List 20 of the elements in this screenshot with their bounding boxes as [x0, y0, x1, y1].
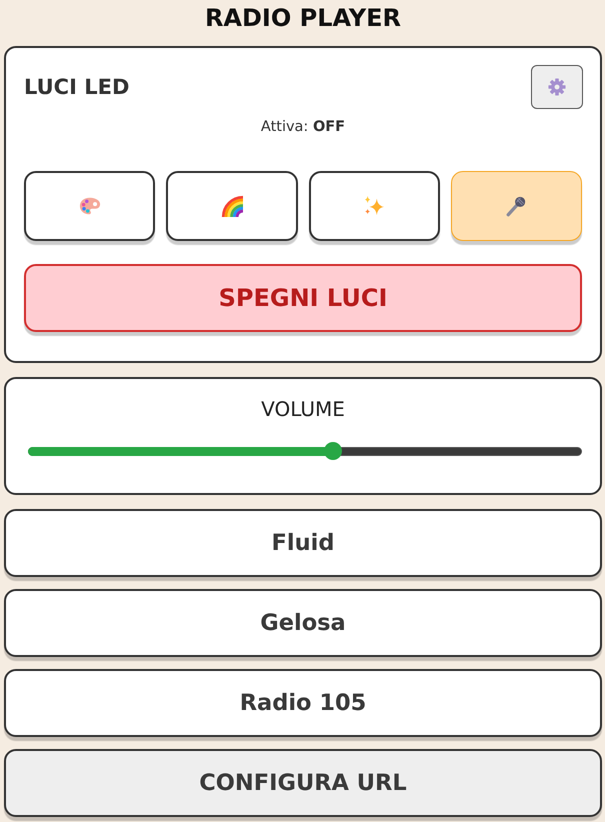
configure-url-button[interactable]: CONFIGURA URL: [4, 749, 602, 817]
microphone-icon: [505, 195, 528, 217]
station-button[interactable]: Fluid: [4, 509, 602, 577]
rainbow-icon: [220, 195, 243, 217]
settings-button[interactable]: [531, 65, 583, 109]
lights-off-button[interactable]: SPEGNI LUCI: [24, 264, 582, 332]
station-button[interactable]: Radio 105: [4, 669, 602, 737]
mode-button[interactable]: [166, 171, 298, 241]
mode-button[interactable]: [24, 171, 156, 241]
sparkles-icon: [363, 195, 386, 217]
app-title: RADIO PLAYER: [204, 4, 402, 32]
panel-title: LUCI LED: [24, 75, 130, 99]
mode-button[interactable]: [308, 171, 440, 241]
settings-icon: [548, 78, 566, 96]
station-button[interactable]: Gelosa: [4, 589, 602, 657]
slider-thumb[interactable]: [324, 442, 342, 460]
palette-icon: [78, 195, 101, 217]
volume-label: VOLUME: [261, 397, 345, 421]
status-text: Attiva: OFF: [260, 118, 346, 136]
volume-slider[interactable]: [28, 442, 582, 460]
